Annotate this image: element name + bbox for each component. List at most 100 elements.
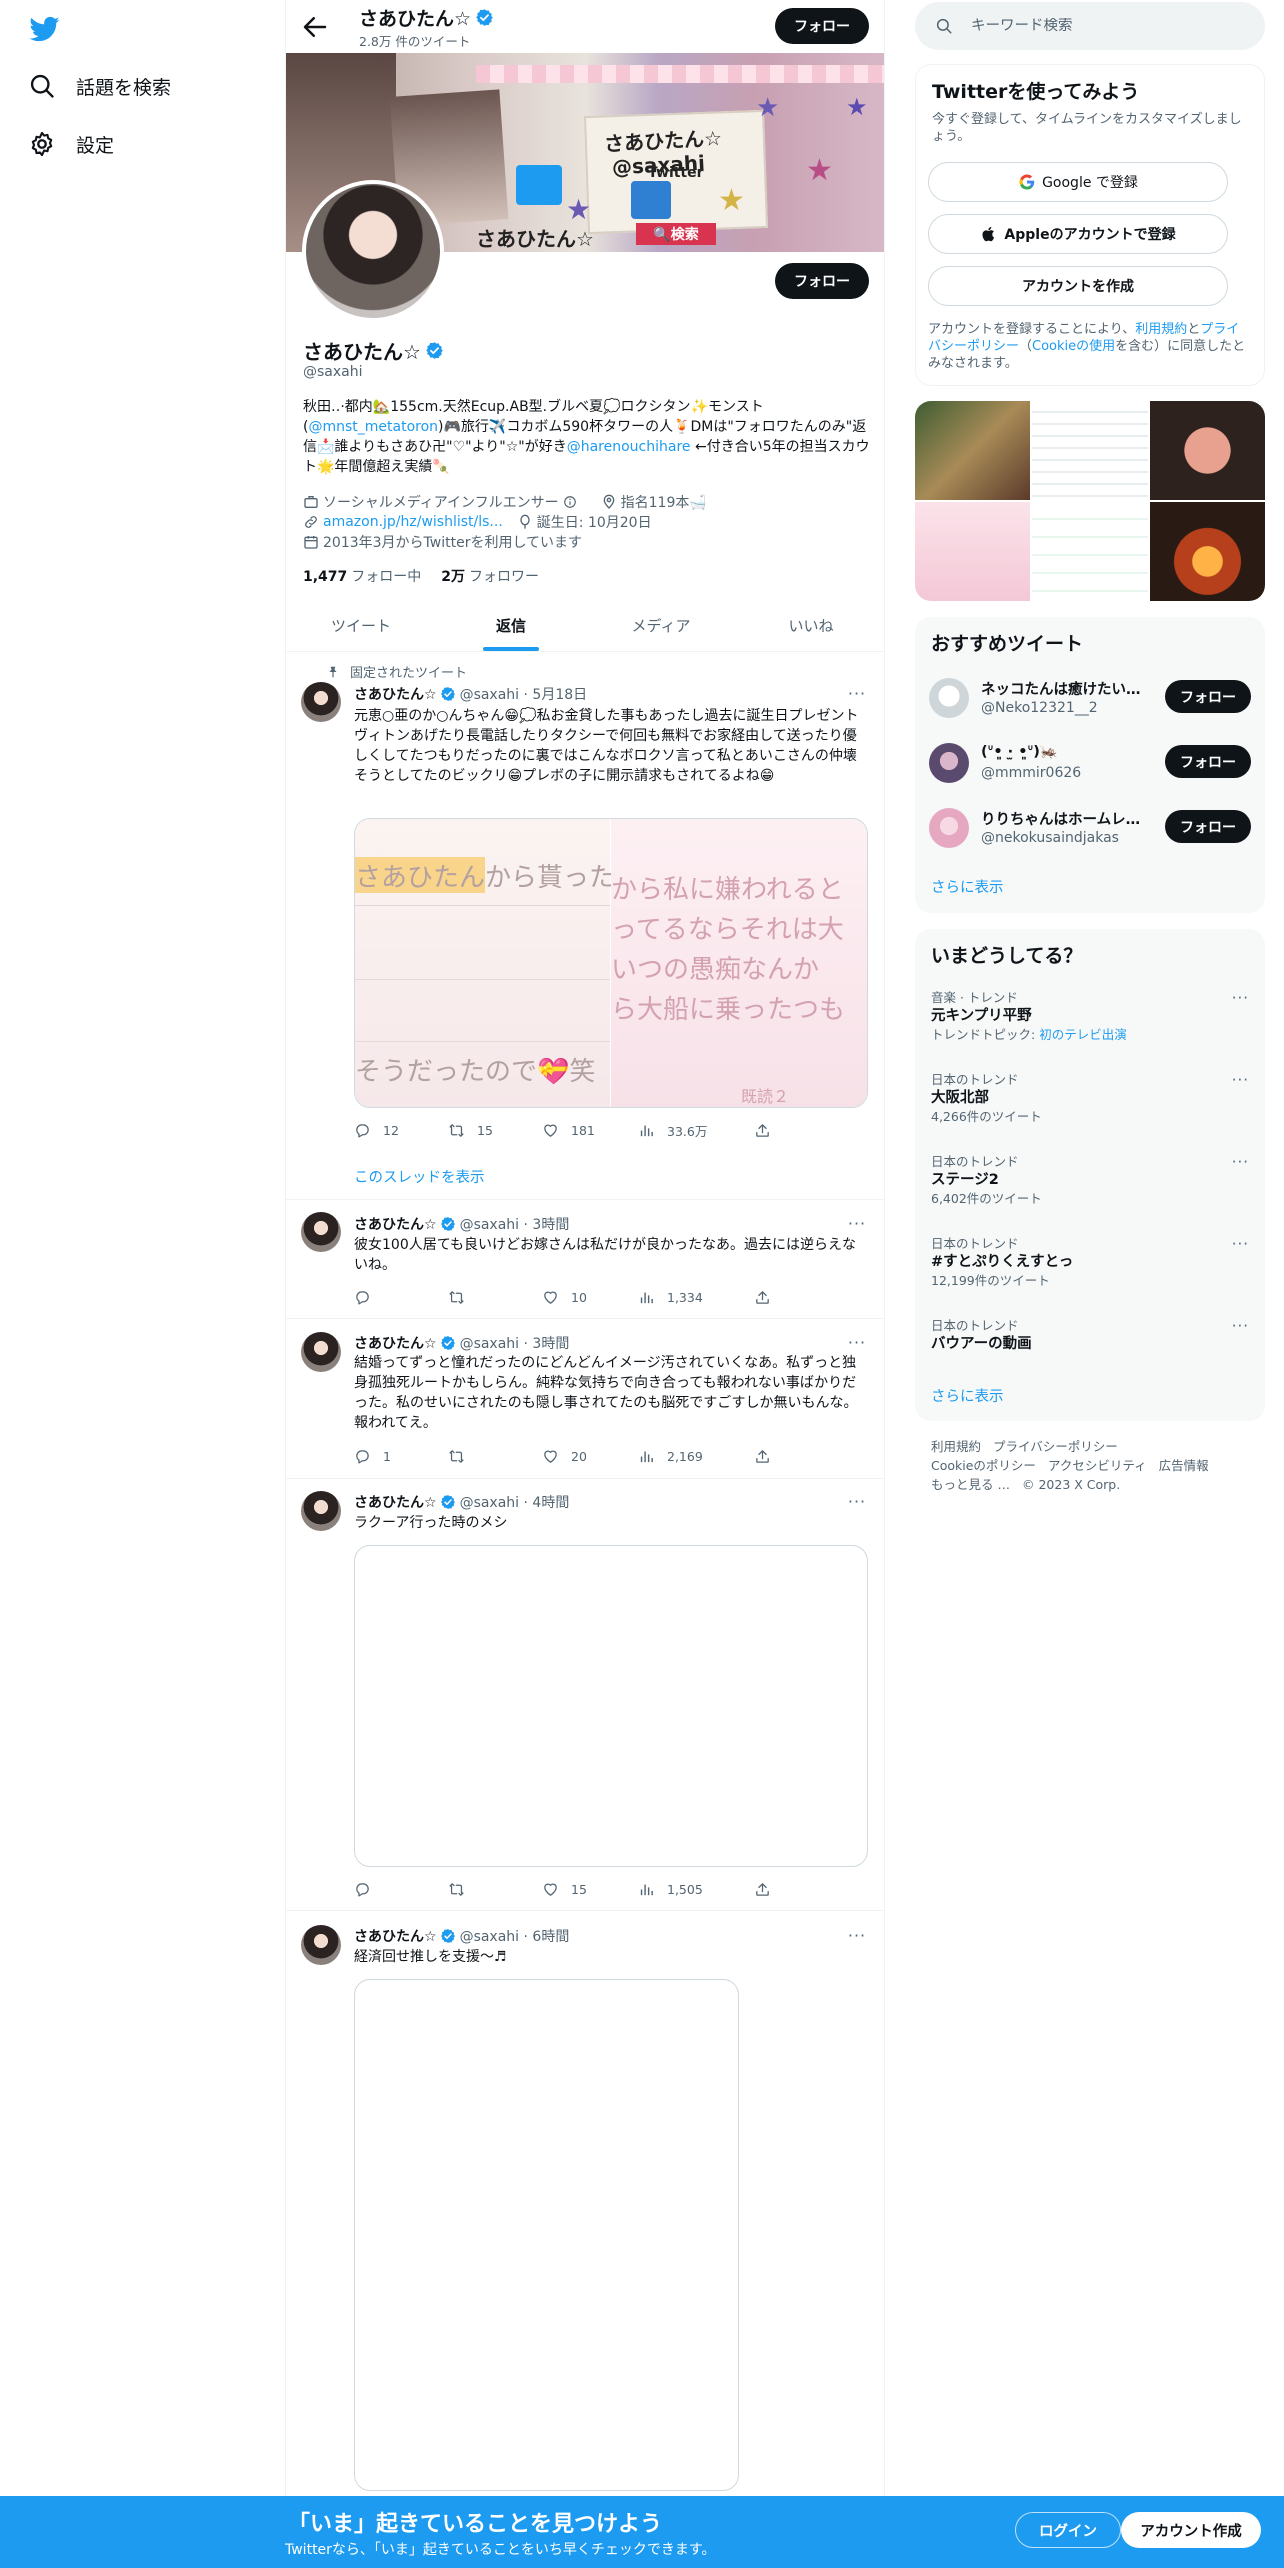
terms-link[interactable]: 利用規約 <box>1135 322 1187 337</box>
trends-show-more-link[interactable]: さらに表示 <box>931 1385 1004 1406</box>
trend-sub-link[interactable]: 初のテレビ出演 <box>1039 1027 1127 1042</box>
recommended-show-more-link[interactable]: さらに表示 <box>931 876 1004 897</box>
footer-cookie-link[interactable]: Cookieのポリシー <box>931 1458 1036 1473</box>
suggestion-follow-button[interactable]: フォロー <box>1165 745 1251 778</box>
trend-item[interactable]: 日本のトレンド #すとぷりくえすとっ 12,199件のツイート ··· <box>931 1235 1249 1289</box>
cookie-link[interactable]: Cookieの使用 <box>1032 339 1115 354</box>
more-options-icon[interactable]: ··· <box>1232 1317 1249 1335</box>
more-options-icon[interactable]: ··· <box>1232 1153 1249 1171</box>
tweet-author-name[interactable]: さあひたん☆ <box>354 1492 437 1512</box>
like-button[interactable]: 15 <box>542 1879 638 1899</box>
suggestion-name[interactable]: りりちゃんはホームレス中 <box>981 808 1151 829</box>
footer-accessibility-link[interactable]: アクセシビリティ <box>1048 1458 1147 1473</box>
more-options-icon[interactable]: ··· <box>846 1333 868 1352</box>
signup-button[interactable]: アカウント作成 <box>1121 2512 1261 2548</box>
bio-mention-link[interactable]: @harenouchihare <box>567 439 691 455</box>
avatar[interactable] <box>929 678 969 718</box>
views-button[interactable]: 33.6万 <box>638 1120 754 1140</box>
verified-badge-icon[interactable] <box>425 341 444 360</box>
trend-item[interactable]: 音楽 · トレンド 元キンプリ平野 トレンドトピック: 初のテレビ出演 ··· <box>931 989 1249 1043</box>
avatar[interactable] <box>301 1925 341 1965</box>
more-options-icon[interactable]: ··· <box>1232 1235 1249 1253</box>
views-button[interactable]: 2,169 <box>638 1446 754 1466</box>
reply-button[interactable] <box>354 1879 448 1899</box>
profile-follow-button[interactable]: フォロー <box>775 263 869 299</box>
search-input[interactable] <box>971 18 1251 34</box>
tweet-media[interactable]: さあひたんから貰った そうだったので💝笑 から私に嫌われると ってるならそれは大… <box>354 818 868 1108</box>
google-signup-button[interactable]: Google で登録 <box>928 162 1228 202</box>
nav-settings[interactable]: 設定 <box>28 124 114 164</box>
followers-count-link[interactable]: 2万 フォロワー <box>441 566 539 586</box>
show-thread-link[interactable]: このスレッドを表示 <box>354 1166 485 1187</box>
footer-ads-link[interactable]: 広告情報 <box>1159 1458 1209 1473</box>
create-account-button[interactable]: アカウントを作成 <box>928 266 1228 306</box>
avatar[interactable] <box>301 1491 341 1531</box>
footer-terms-link[interactable]: 利用規約 <box>931 1439 981 1454</box>
media-thumbnail[interactable] <box>915 401 1031 500</box>
follow-suggestion[interactable]: (ᐡ•͈ ·̫ •͈ᐡ)🦗 @mmmir0626 フォロー <box>929 738 1251 788</box>
views-button[interactable]: 1,334 <box>638 1287 754 1307</box>
more-options-icon[interactable]: ··· <box>846 684 868 703</box>
login-button[interactable]: ログイン <box>1015 2512 1121 2548</box>
bio-mention-link[interactable]: @mnst_metatoron <box>308 419 438 435</box>
more-options-icon[interactable]: ··· <box>846 1926 868 1945</box>
profile-avatar[interactable] <box>302 180 444 322</box>
info-icon[interactable] <box>563 495 577 509</box>
nav-explore[interactable]: 話題を検索 <box>28 66 171 106</box>
tweet-author-name[interactable]: さあひたん☆ <box>354 1333 437 1353</box>
reply-button[interactable]: 12 <box>354 1120 448 1140</box>
following-count-link[interactable]: 1,477 フォロー中 <box>303 566 421 586</box>
suggestion-follow-button[interactable]: フォロー <box>1165 680 1251 713</box>
profile-website-link[interactable]: amazon.jp/hz/wishlist/ls... <box>323 514 503 530</box>
more-options-icon[interactable]: ··· <box>846 1214 868 1233</box>
footer-more-link[interactable]: もっと見る … <box>931 1477 1010 1492</box>
trend-item[interactable]: 日本のトレンド バウアーの動画 ··· <box>931 1317 1249 1354</box>
twitter-logo-icon[interactable] <box>28 14 62 44</box>
tweet-author-name[interactable]: さあひたん☆ <box>354 684 437 704</box>
reply-button[interactable] <box>354 1287 448 1307</box>
footer-privacy-link[interactable]: プライバシーポリシー <box>993 1439 1118 1454</box>
tweet-author-name[interactable]: さあひたん☆ <box>354 1214 437 1234</box>
share-button[interactable] <box>754 1446 771 1466</box>
like-button[interactable]: 10 <box>542 1287 638 1307</box>
back-arrow-icon[interactable] <box>300 12 330 42</box>
more-options-icon[interactable]: ··· <box>846 1492 868 1511</box>
tweet-media[interactable] <box>354 1979 739 2491</box>
retweet-button[interactable] <box>448 1879 542 1899</box>
tab-replies[interactable]: 返信 <box>436 599 586 651</box>
retweet-button[interactable]: 15 <box>448 1120 542 1140</box>
share-button[interactable] <box>754 1287 771 1307</box>
topbar-follow-button[interactable]: フォロー <box>775 8 869 44</box>
media-thumbnail[interactable] <box>1032 401 1148 500</box>
retweet-button[interactable] <box>448 1287 542 1307</box>
like-button[interactable]: 20 <box>542 1446 638 1466</box>
retweet-button[interactable] <box>448 1446 542 1466</box>
avatar[interactable] <box>929 808 969 848</box>
trend-item[interactable]: 日本のトレンド ステージ2 6,402件のツイート ··· <box>931 1153 1249 1207</box>
tab-media[interactable]: メディア <box>586 599 736 651</box>
apple-signup-button[interactable]: Appleのアカウントで登録 <box>928 214 1228 254</box>
reply-button[interactable]: 1 <box>354 1446 448 1466</box>
media-thumbnail[interactable] <box>1149 401 1265 500</box>
share-button[interactable] <box>754 1879 771 1899</box>
follow-suggestion[interactable]: ネッコたんは癒けたいネッコたん @Neko12321__2 フォロー <box>929 673 1251 723</box>
views-button[interactable]: 1,505 <box>638 1879 754 1899</box>
like-button[interactable]: 181 <box>542 1120 638 1140</box>
more-options-icon[interactable]: ··· <box>1232 1071 1249 1089</box>
trend-item[interactable]: 日本のトレンド 大阪北部 4,266件のツイート ··· <box>931 1071 1249 1125</box>
tweet-media[interactable] <box>354 1545 868 1867</box>
tweet-author-name[interactable]: さあひたん☆ <box>354 1926 437 1946</box>
tab-tweets[interactable]: ツイート <box>286 599 436 651</box>
search-box[interactable] <box>915 2 1265 50</box>
avatar[interactable] <box>301 1212 341 1252</box>
media-thumbnail[interactable] <box>915 502 1031 601</box>
share-button[interactable] <box>754 1120 771 1140</box>
suggestion-follow-button[interactable]: フォロー <box>1165 810 1251 843</box>
media-thumbnail[interactable] <box>1149 502 1265 601</box>
suggestion-name[interactable]: (ᐡ•͈ ·̫ •͈ᐡ)🦗 <box>981 743 1151 760</box>
suggestion-name[interactable]: ネッコたんは癒けたいネッコたん <box>981 678 1151 699</box>
avatar[interactable] <box>301 682 341 722</box>
more-options-icon[interactable]: ··· <box>1232 989 1249 1007</box>
media-thumbnail[interactable] <box>1032 502 1148 601</box>
avatar[interactable] <box>929 743 969 783</box>
